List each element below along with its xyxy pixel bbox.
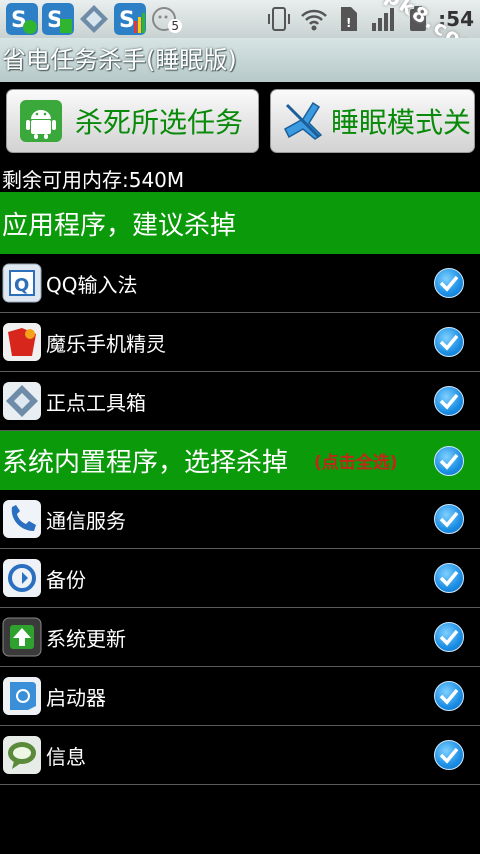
section-system: 系统内置程序，选择杀掉 (点击全选) (0, 431, 480, 490)
free-memory-text: 剩余可用内存:540M (2, 168, 185, 192)
signal-app-icon: S (114, 3, 146, 35)
sleep-mode-off-icon (284, 101, 323, 140)
notification-count-icon: 5 (150, 3, 182, 35)
app-name: 启动器 (46, 685, 106, 710)
section-apps-title: 应用程序，建议杀掉 (2, 210, 237, 241)
checkbox-checked[interactable] (434, 622, 464, 652)
wifi-icon (301, 9, 328, 31)
list-item[interactable]: 魔乐手机精灵 (0, 313, 480, 372)
list-item[interactable]: 通信服务 (0, 490, 480, 549)
app-name: 通信服务 (46, 508, 126, 533)
list-item[interactable]: 系统更新 (0, 608, 480, 667)
section-system-title: 系统内置程序，选择杀掉 (2, 448, 289, 478)
select-all-hint[interactable]: (点击全选) (314, 448, 398, 473)
list-item[interactable]: 备份 (0, 549, 480, 608)
kill-selected-tasks-label: 杀死所选任务 (75, 106, 244, 139)
checkbox-checked[interactable] (434, 268, 464, 298)
checkbox-checked[interactable] (434, 563, 464, 593)
backup-icon (3, 559, 41, 597)
app-name: 系统更新 (46, 626, 126, 651)
checkbox-checked[interactable] (434, 327, 464, 357)
sleep-mode-toggle-button[interactable]: 睡眠模式关 (270, 89, 475, 153)
mole-sprite-icon (3, 323, 41, 361)
toolbox-icon (3, 382, 41, 420)
list-item[interactable]: Q QQ输入法 (0, 254, 480, 313)
app-name: 信息 (46, 744, 86, 769)
checkbox-checked[interactable] (434, 386, 464, 416)
app-name: 正点工具箱 (46, 390, 146, 415)
android-icon (20, 100, 62, 142)
phone-icon (3, 500, 41, 538)
app-name: QQ输入法 (46, 272, 138, 297)
status-bar: S S S 5 ! :54 apk8.com (0, 0, 480, 63)
list-item[interactable]: 正点工具箱 (0, 372, 480, 431)
kill-selected-tasks-button[interactable]: 杀死所选任务 (6, 89, 259, 153)
vibrate-icon (268, 7, 291, 31)
message-icon (3, 736, 41, 774)
svg-text:Q: Q (14, 275, 29, 296)
notification-count: 5 (168, 19, 182, 33)
checkbox-checked[interactable] (434, 681, 464, 711)
system-update-icon (2, 617, 42, 657)
notification-icons: S S S 5 (6, 3, 182, 35)
app-name: 备份 (46, 567, 86, 592)
sleep-mode-label: 睡眠模式关 (331, 106, 472, 139)
sd-card-icon: S (42, 3, 74, 35)
app-name: 魔乐手机精灵 (46, 331, 166, 356)
list-item[interactable]: 信息 (0, 726, 480, 785)
checkbox-checked[interactable] (434, 504, 464, 534)
app-title: 省电任务杀手(睡眠版) (0, 38, 480, 82)
select-all-checkbox[interactable] (434, 445, 464, 476)
toolbox-status-icon (80, 5, 108, 33)
checkbox-checked[interactable] (434, 740, 464, 770)
svg-text:!: ! (346, 16, 351, 30)
svg-text:S: S (119, 8, 135, 33)
list-item[interactable]: 启动器 (0, 667, 480, 726)
section-apps: 应用程序，建议杀掉 (0, 192, 480, 254)
security-shield-icon: S (6, 3, 38, 35)
launcher-icon (3, 677, 41, 715)
sim-alert-icon: ! (341, 7, 358, 31)
qq-input-icon: Q (2, 263, 42, 303)
